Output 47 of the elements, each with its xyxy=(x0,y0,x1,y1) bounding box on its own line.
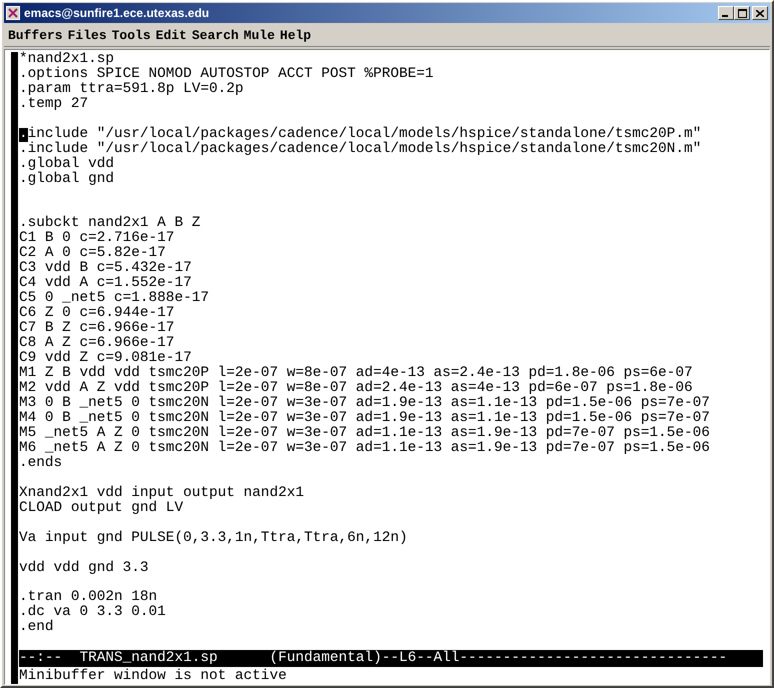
menu-item[interactable]: Files xyxy=(68,28,111,43)
menu-item[interactable]: Mule xyxy=(244,28,279,43)
code-line: C1 B 0 c=2.716e-17 xyxy=(19,231,174,246)
window-title: emacs@sunfire1.ece.utexas.edu xyxy=(24,6,210,20)
menu-item[interactable]: Help xyxy=(280,28,316,43)
code-line: M5 _net5 A Z 0 tsmc20N l=2e-07 w=3e-07 ad=1.1e-13 as=1.9e-13 pd=7e-07 ps=1.5e-06 xyxy=(19,426,710,442)
code-line: .temp 27 xyxy=(19,97,88,112)
code-line: .global gnd xyxy=(19,172,114,187)
code-line: .global vdd xyxy=(19,156,114,172)
app-icon xyxy=(6,6,20,20)
code-line: .param ttra=591.8p LV=0.2p xyxy=(19,82,244,97)
maximize-icon xyxy=(738,8,746,18)
code-line: M4 0 B _net5 0 tsmc20N l=2e-07 w=3e-07 ad=1.9e-13 as=1.1e-13 pd=1.5e-06 ps=7e-07 xyxy=(19,411,710,426)
close-icon xyxy=(756,10,764,16)
code-line: M3 0 B _net5 0 tsmc20N l=2e-07 w=3e-07 ad=1.9e-13 as=1.1e-13 pd=1.5e-06 ps=7e-07 xyxy=(19,396,710,412)
code-line: C7 B Z c=6.966e-17 xyxy=(19,321,174,336)
code-line: C3 vdd B c=5.432e-17 xyxy=(19,261,192,276)
close-button[interactable] xyxy=(752,6,768,20)
minimize-button[interactable] xyxy=(718,6,734,20)
code-line: .subckt nand2x1 A B Z xyxy=(19,216,200,232)
menu-item[interactable]: Tools xyxy=(112,28,155,43)
code-line: C8 A Z c=6.966e-17 xyxy=(19,336,174,352)
code-line: M1 Z B vdd vdd tsmc20P l=2e-07 w=8e-07 ad=4e-13 as=2.4e-13 pd=1.8e-06 ps=6e-07 xyxy=(19,366,693,382)
menu-item[interactable]: Buffers xyxy=(8,28,67,43)
code-line: .include "/usr/local/packages/cadence/local/models/hspice/standalone/tsmc20N.m" xyxy=(19,142,702,157)
maximize-button[interactable] xyxy=(734,6,750,20)
code-line: C4 vdd A c=1.552e-17 xyxy=(19,276,192,292)
code-line: .tran 0.002n 18n xyxy=(19,590,158,606)
code-line: M6 _net5 A Z 0 tsmc20N l=2e-07 w=3e-07 ad=1.1e-13 as=1.9e-13 pd=7e-07 ps=1.5e-06 xyxy=(19,441,710,456)
code-line: C6 Z 0 c=6.944e-17 xyxy=(19,306,174,322)
code-line: C2 A 0 c=5.82e-17 xyxy=(19,246,166,262)
code-line: Va input gnd PULSE(0,3.3,1n,Ttra,Ttra,6n,12n) xyxy=(19,530,408,546)
code-line: CLOAD output gnd LV xyxy=(19,501,184,516)
code-line: .end xyxy=(19,620,54,636)
code-line: .ends xyxy=(19,456,62,472)
menu-item[interactable]: Edit xyxy=(156,28,191,43)
menu-item[interactable]: Search xyxy=(192,28,243,43)
scrollbar[interactable] xyxy=(11,52,18,684)
code-line: M2 vdd A Z vdd tsmc20P l=2e-07 w=8e-07 ad=2.4e-13 as=4e-13 pd=6e-07 ps=1.8e-06 xyxy=(19,381,693,396)
minibuffer-message: Minibuffer window is not active xyxy=(19,668,288,684)
code-line: *nand2x1.sp xyxy=(19,52,114,67)
code-line: C9 vdd Z c=9.081e-17 xyxy=(19,351,192,366)
code-line: C5 0 _net5 c=1.888e-17 xyxy=(19,291,209,306)
code-line: .options SPICE NOMOD AUTOSTOP ACCT POST %PROBE=1 xyxy=(19,67,434,82)
code-line: vdd vdd gnd 3.3 xyxy=(19,560,149,576)
code-line: Xnand2x1 vdd input output nand2x1 xyxy=(19,486,304,501)
code-line: .dc va 0 3.3 0.01 xyxy=(19,605,166,620)
